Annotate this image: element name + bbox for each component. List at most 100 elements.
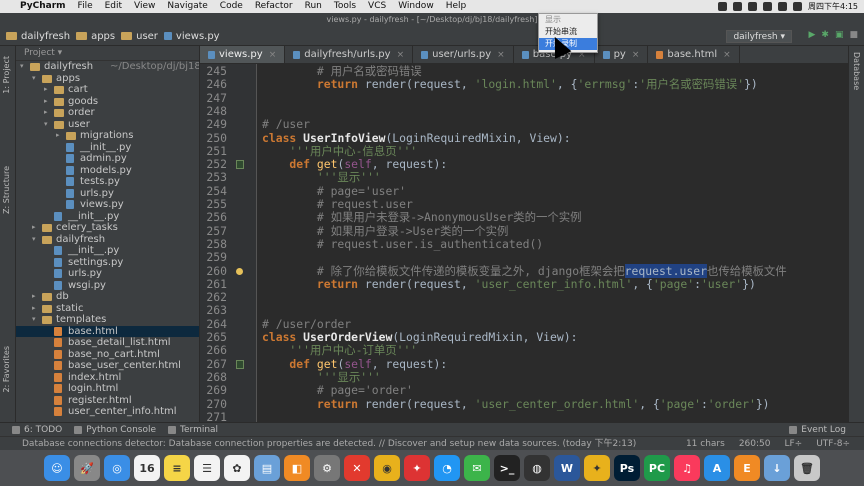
chevron-right-icon[interactable]: ▸ <box>32 222 36 234</box>
editor-tab[interactable]: user/urls.py × <box>413 46 514 63</box>
xmind-icon[interactable]: ✕ <box>344 455 370 481</box>
launchpad-icon[interactable]: 🚀 <box>74 455 100 481</box>
menu-file[interactable]: File <box>78 0 93 13</box>
downloads-icon[interactable]: ↓ <box>764 455 790 481</box>
status-message[interactable]: Database connections detector: Database … <box>22 437 636 451</box>
project-tool-button[interactable]: 1: Project <box>2 56 11 94</box>
tree-item[interactable]: base.html <box>16 325 199 337</box>
structure-tool-button[interactable]: Z: Structure <box>2 166 11 214</box>
menu-help[interactable]: Help <box>446 0 467 13</box>
chevron-down-icon[interactable]: ▾ <box>32 73 36 85</box>
tree-item[interactable]: user_center_info.html <box>16 406 199 418</box>
tree-item[interactable]: views.py <box>16 199 199 211</box>
run-icon[interactable]: ▶ <box>809 30 816 40</box>
tree-item[interactable]: ▾ templates <box>16 314 199 326</box>
chevron-down-icon[interactable]: ▾ <box>32 314 36 326</box>
obs-icon[interactable]: ◍ <box>524 455 550 481</box>
appstore-icon[interactable]: A <box>704 455 730 481</box>
photoshop-icon[interactable]: Ps <box>614 455 640 481</box>
tree-item[interactable]: base_detail_list.html <box>16 337 199 349</box>
chevron-right-icon[interactable]: ▸ <box>44 107 48 119</box>
settings-icon[interactable]: ⚙ <box>314 455 340 481</box>
editor-tab[interactable]: dailyfresh/urls.py × <box>285 46 414 63</box>
tree-item[interactable]: base_user_center.html <box>16 360 199 372</box>
menu-window[interactable]: Window <box>398 0 434 13</box>
menu-code[interactable]: Code <box>220 0 243 13</box>
word-icon[interactable]: W <box>554 455 580 481</box>
close-icon[interactable]: × <box>269 50 277 60</box>
tree-item[interactable]: ▸ db <box>16 291 199 303</box>
project-panel-header[interactable]: Project ▾ <box>16 46 199 61</box>
menu-navigate[interactable]: Navigate <box>167 0 207 13</box>
override-icon[interactable] <box>236 160 244 170</box>
app-yellow-icon[interactable]: ✦ <box>584 455 610 481</box>
tree-item[interactable]: ▸ cart <box>16 84 199 96</box>
status-icon[interactable] <box>733 2 743 11</box>
override-icon[interactable] <box>236 359 244 369</box>
tree-item[interactable]: base_no_cart.html <box>16 349 199 361</box>
qq-icon[interactable]: ◔ <box>434 455 460 481</box>
menu-item-start-stream[interactable]: 开始串流 <box>539 26 597 38</box>
breadcrumb-item[interactable]: user <box>121 31 158 42</box>
battery-icon[interactable] <box>793 2 803 11</box>
terminal-icon[interactable]: >_ <box>494 455 520 481</box>
close-icon[interactable]: × <box>723 50 731 60</box>
tree-item[interactable]: ▸ celery_tasks <box>16 222 199 234</box>
preview-icon[interactable]: ▤ <box>254 455 280 481</box>
lightbulb-icon[interactable] <box>236 267 243 275</box>
wechat-icon[interactable]: ✉ <box>464 455 490 481</box>
breadcrumb-item[interactable]: views.py <box>163 31 220 42</box>
chevron-right-icon[interactable]: ▸ <box>32 291 36 303</box>
status-icon[interactable] <box>748 2 758 11</box>
chevron-down-icon[interactable]: ▾ <box>20 61 24 73</box>
notes-icon[interactable]: ≡ <box>164 455 190 481</box>
photos-icon[interactable]: ✿ <box>224 455 250 481</box>
app-orange-icon[interactable]: E <box>734 455 760 481</box>
terminal-button[interactable]: Terminal <box>168 425 218 435</box>
menu-view[interactable]: View <box>134 0 155 13</box>
database-tool-button[interactable]: Database <box>852 52 861 90</box>
music-icon[interactable]: ♫ <box>674 455 700 481</box>
app-red-icon[interactable]: ✦ <box>404 455 430 481</box>
tree-item[interactable]: admin.py <box>16 153 199 165</box>
menu-vcs[interactable]: VCS <box>368 0 386 13</box>
menu-app-name[interactable]: PyCharm <box>20 0 66 13</box>
close-icon[interactable]: × <box>397 50 405 60</box>
line-separator[interactable]: LF÷ <box>784 437 802 451</box>
menu-edit[interactable]: Edit <box>105 0 122 13</box>
status-icon[interactable] <box>718 2 728 11</box>
finder-icon[interactable]: ☺ <box>44 455 70 481</box>
chevron-down-icon[interactable]: ▾ <box>32 234 36 246</box>
breadcrumb-item[interactable]: apps <box>76 31 115 42</box>
tree-item[interactable]: ▸ migrations <box>16 130 199 142</box>
chevron-down-icon[interactable]: ▾ <box>44 119 48 131</box>
tree-item[interactable]: __init__.py <box>16 211 199 223</box>
tree-item[interactable]: login.html <box>16 383 199 395</box>
coverage-icon[interactable]: ▣ <box>835 30 844 40</box>
books-icon[interactable]: ◧ <box>284 455 310 481</box>
file-encoding[interactable]: UTF-8÷ <box>816 437 850 451</box>
calendar-icon[interactable]: 16 <box>134 455 160 481</box>
tree-item[interactable]: ▾ apps <box>16 73 199 85</box>
editor-tab[interactable]: py × <box>595 46 649 63</box>
tree-item[interactable]: ▸ goods <box>16 96 199 108</box>
code-editor[interactable]: 245 # 用户名或密码错误 246 return render(request,… <box>200 64 848 422</box>
reminders-icon[interactable]: ☰ <box>194 455 220 481</box>
tree-item[interactable]: tests.py <box>16 176 199 188</box>
run-config-select[interactable]: dailyfresh ▾ <box>726 30 792 43</box>
chevron-right-icon[interactable]: ▸ <box>44 84 48 96</box>
trash-icon[interactable]: 🗑 <box>794 455 820 481</box>
chrome-icon[interactable]: ◉ <box>374 455 400 481</box>
debug-icon[interactable]: ✱ <box>821 30 829 40</box>
close-icon[interactable]: × <box>632 50 640 60</box>
tree-item[interactable]: __init__.py <box>16 245 199 257</box>
volume-icon[interactable] <box>778 2 788 11</box>
tree-item[interactable]: register.html <box>16 395 199 407</box>
chevron-right-icon[interactable]: ▸ <box>56 130 60 142</box>
favorites-tool-button[interactable]: 2: Favorites <box>2 346 11 392</box>
event-log-button[interactable]: Event Log <box>789 425 846 435</box>
tree-item[interactable]: ▾ user <box>16 119 199 131</box>
python-console-button[interactable]: Python Console <box>74 425 156 435</box>
tree-item[interactable]: urls.py <box>16 188 199 200</box>
tree-item[interactable]: settings.py <box>16 257 199 269</box>
